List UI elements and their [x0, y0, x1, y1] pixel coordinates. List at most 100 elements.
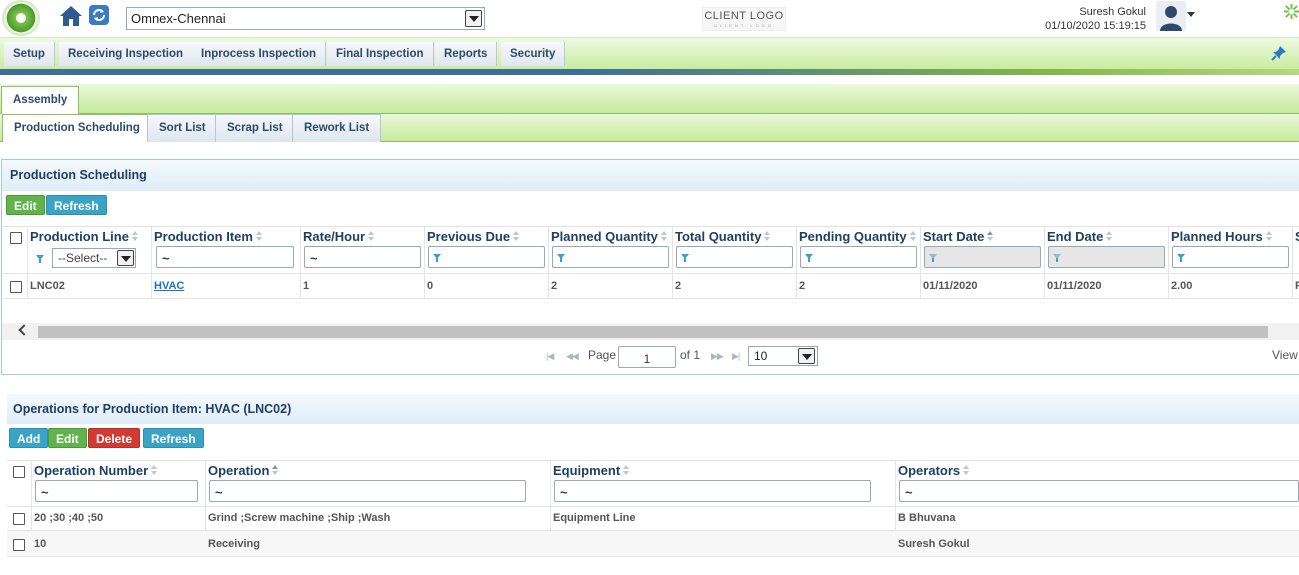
sort-icon[interactable] — [909, 231, 917, 241]
select-all-checkbox[interactable] — [10, 232, 22, 244]
tab-sort-list[interactable]: Sort List — [147, 114, 218, 142]
production-item-filter-input[interactable]: ~ — [156, 246, 294, 268]
first-page-icon[interactable]: |◀ — [546, 351, 554, 362]
row-checkbox[interactable] — [10, 281, 22, 293]
sort-icon[interactable] — [255, 231, 263, 241]
refresh-button[interactable]: Refresh — [46, 195, 107, 215]
edit-button[interactable]: Edit — [6, 195, 45, 215]
start-date-filter-input[interactable] — [924, 246, 1041, 268]
operation-number-filter-input[interactable]: ~ — [35, 480, 198, 502]
filter-icon[interactable] — [36, 255, 44, 263]
col-header-operation-number[interactable]: Operation Number — [34, 463, 158, 478]
app-logo-icon[interactable] — [2, 0, 40, 36]
chevron-down-icon[interactable] — [117, 250, 134, 266]
col-header-overflow[interactable]: S — [1295, 229, 1299, 244]
filter-operator-icon[interactable]: ~ — [215, 485, 223, 500]
sort-icon[interactable] — [623, 465, 630, 475]
col-header-planned-hours[interactable]: Planned Hours — [1171, 229, 1273, 244]
sort-icon[interactable] — [131, 231, 139, 241]
row-checkbox[interactable] — [13, 513, 25, 525]
sort-icon[interactable] — [513, 231, 520, 241]
filter-operator-icon[interactable]: ~ — [905, 485, 913, 500]
last-page-icon[interactable]: ▶| — [732, 351, 740, 362]
pending-quantity-filter-input[interactable] — [800, 246, 917, 268]
col-header-pending-quantity[interactable]: Pending Quantity — [799, 229, 917, 244]
sort-icon[interactable] — [151, 465, 158, 475]
sort-icon[interactable] — [963, 465, 970, 475]
tab-production-scheduling[interactable]: Production Scheduling — [2, 114, 152, 142]
delete-button[interactable]: Delete — [88, 428, 141, 448]
filter-icon[interactable] — [929, 254, 937, 262]
sort-icon[interactable] — [764, 231, 771, 241]
sort-asc-icon[interactable] — [272, 465, 279, 475]
sort-icon[interactable] — [660, 231, 668, 241]
chevron-down-icon[interactable] — [798, 348, 815, 364]
equipment-filter-input[interactable]: ~ — [554, 480, 871, 502]
select-all-checkbox[interactable] — [13, 466, 25, 478]
chevron-down-icon[interactable] — [465, 10, 482, 27]
col-header-previous-due[interactable]: Previous Due — [427, 229, 520, 244]
col-header-operators[interactable]: Operators — [898, 463, 970, 478]
user-menu-caret-icon[interactable] — [1187, 12, 1195, 17]
filter-icon[interactable] — [557, 254, 565, 262]
filter-operator-icon[interactable]: ~ — [162, 251, 170, 266]
menu-item-final-inspection[interactable]: Final Inspection — [327, 42, 434, 66]
refresh-icon[interactable] — [89, 5, 109, 25]
menu-item-inprocess-inspection[interactable]: Inprocess Inspection — [192, 42, 327, 66]
production-line-filter-select[interactable]: --Select-- — [52, 248, 136, 268]
tab-scrap-list[interactable]: Scrap List — [215, 114, 295, 142]
filter-operator-icon[interactable]: ~ — [41, 485, 49, 500]
table-row[interactable]: 10 Receiving Suresh Gokul — [7, 531, 1299, 556]
planned-quantity-filter-input[interactable] — [552, 246, 669, 268]
edit-button[interactable]: Edit — [48, 428, 87, 448]
col-header-start-date[interactable]: Start Date — [923, 229, 994, 244]
operation-filter-input[interactable]: ~ — [209, 480, 526, 502]
rate-hour-filter-input[interactable]: ~ — [304, 246, 421, 268]
pin-icon[interactable] — [1271, 45, 1287, 61]
sort-asc-icon[interactable] — [987, 231, 994, 241]
menu-item-reports[interactable]: Reports — [435, 42, 498, 66]
planned-hours-filter-input[interactable] — [1172, 246, 1289, 268]
tab-rework-list[interactable]: Rework List — [292, 114, 382, 142]
menu-item-setup[interactable]: Setup — [4, 42, 55, 66]
col-header-equipment[interactable]: Equipment — [553, 463, 630, 478]
previous-due-filter-input[interactable] — [428, 246, 545, 268]
col-header-planned-quantity[interactable]: Planned Quantity — [551, 229, 668, 244]
menu-item-receiving-inspection[interactable]: Receiving Inspection — [59, 42, 194, 66]
filter-icon[interactable] — [1053, 254, 1061, 262]
row-checkbox[interactable] — [13, 539, 25, 551]
horizontal-scrollbar[interactable] — [2, 323, 1299, 340]
refresh-button[interactable]: Refresh — [143, 428, 204, 448]
production-item-link[interactable]: HVAC — [154, 280, 184, 292]
filter-icon[interactable] — [1177, 254, 1185, 262]
col-header-operation[interactable]: Operation — [208, 463, 279, 478]
col-header-total-quantity[interactable]: Total Quantity — [675, 229, 771, 244]
col-header-rate-hour[interactable]: Rate/Hour — [303, 229, 375, 244]
scrollbar-thumb[interactable] — [38, 326, 1268, 338]
col-header-end-date[interactable]: End Date — [1047, 229, 1113, 244]
sort-icon[interactable] — [368, 231, 375, 241]
site-select[interactable]: Omnex-Chennai — [126, 7, 485, 30]
filter-icon[interactable] — [433, 254, 441, 262]
col-header-production-line[interactable]: Production Line — [30, 229, 139, 244]
next-page-icon[interactable]: ▶▶ — [711, 351, 724, 362]
gear-icon[interactable] — [1284, 4, 1299, 19]
menu-item-security[interactable]: Security — [501, 42, 566, 66]
col-header-production-item[interactable]: Production Item — [154, 229, 263, 244]
avatar-icon[interactable] — [1156, 1, 1186, 31]
chevron-left-icon[interactable] — [18, 324, 30, 336]
filter-icon[interactable] — [805, 254, 813, 262]
prev-page-icon[interactable]: ◀◀ — [566, 351, 579, 362]
end-date-filter-input[interactable] — [1048, 246, 1165, 268]
sort-icon[interactable] — [1265, 231, 1273, 241]
tab-assembly[interactable]: Assembly — [1, 86, 80, 114]
sort-icon[interactable] — [1106, 231, 1113, 241]
operators-filter-input[interactable]: ~ — [899, 480, 1299, 502]
page-size-select[interactable]: 10 — [748, 346, 818, 366]
page-number-input[interactable]: 1 — [618, 346, 676, 368]
filter-operator-icon[interactable]: ~ — [310, 251, 318, 266]
total-quantity-filter-input[interactable] — [676, 246, 793, 268]
home-icon[interactable] — [59, 4, 83, 28]
add-button[interactable]: Add — [9, 428, 49, 448]
filter-icon[interactable] — [681, 254, 689, 262]
